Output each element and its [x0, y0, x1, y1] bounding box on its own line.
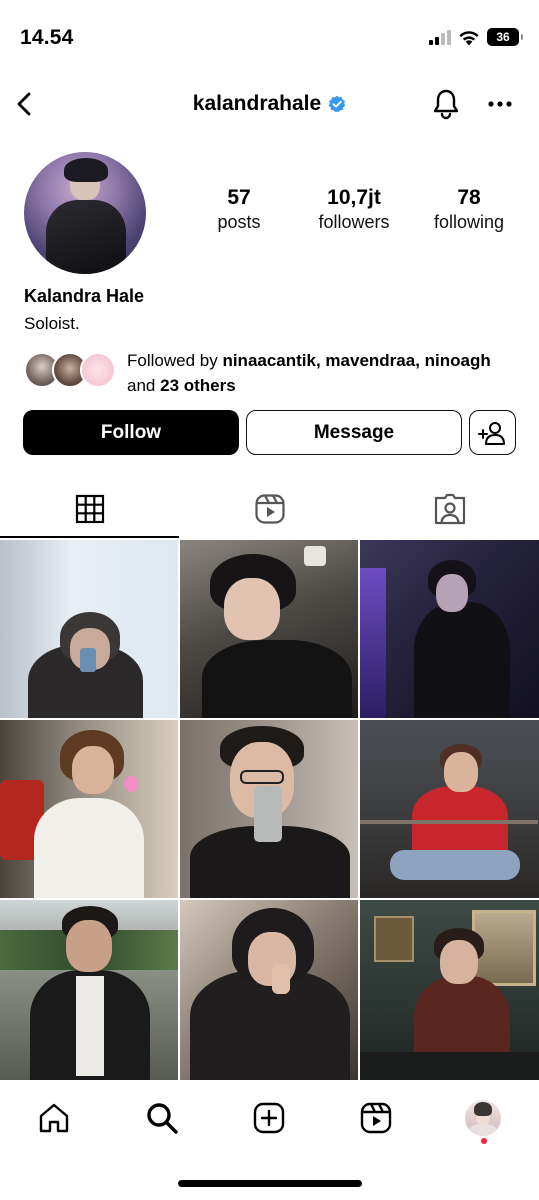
- reels-icon: [254, 494, 285, 524]
- more-horizontal-icon: [488, 101, 512, 107]
- posts-grid: [0, 540, 539, 1080]
- nav-profile[interactable]: [459, 1094, 507, 1142]
- search-icon: [147, 1103, 178, 1134]
- avatar-figure-hair: [64, 158, 108, 182]
- followed-by-names: ninaacantik, mavendraa,: [222, 351, 420, 370]
- following-count: 78: [457, 186, 481, 209]
- profile-avatar-small: [465, 1100, 501, 1136]
- post-thumbnail[interactable]: [0, 540, 178, 718]
- verified-badge-icon: [328, 95, 346, 113]
- status-time: 14.54: [20, 26, 74, 49]
- grid-icon: [75, 494, 104, 524]
- home-icon: [39, 1103, 69, 1133]
- followed-by-others: 23 others: [160, 376, 236, 395]
- stat-following[interactable]: 78 following: [414, 186, 524, 234]
- mutual-avatar-3: [80, 352, 116, 388]
- notification-dot: [481, 1138, 487, 1144]
- home-indicator: [178, 1180, 362, 1187]
- stat-posts[interactable]: 57 posts: [184, 186, 294, 234]
- post-thumbnail[interactable]: [180, 540, 358, 718]
- profile-content-tabs: [0, 480, 539, 538]
- add-user-icon: [477, 421, 505, 445]
- profile-header: kalandrahale: [0, 80, 539, 130]
- post-thumbnail[interactable]: [0, 900, 178, 1080]
- nav-reels[interactable]: [352, 1094, 400, 1142]
- profile-username: kalandrahale: [192, 92, 322, 115]
- nav-home[interactable]: [30, 1094, 78, 1142]
- tagged-icon: [434, 493, 465, 525]
- wifi-icon: [459, 30, 479, 45]
- tab-tagged[interactable]: [360, 480, 539, 538]
- status-bar: 14.54 36: [0, 0, 539, 70]
- followed-by-prefix: Followed by: [127, 351, 218, 370]
- bell-icon: [433, 89, 459, 120]
- message-button[interactable]: Message: [246, 410, 462, 455]
- post-thumbnail[interactable]: [360, 900, 539, 1080]
- battery-indicator: 36: [487, 28, 523, 46]
- followers-count: 10,7jt: [327, 186, 381, 209]
- followed-by-name-last: ninoagh: [424, 351, 491, 370]
- posts-count: 57: [227, 186, 251, 209]
- nav-search[interactable]: [138, 1094, 186, 1142]
- tab-reels[interactable]: [180, 480, 359, 538]
- profile-bio: Soloist.: [24, 314, 80, 333]
- avatar-figure-body: [46, 200, 126, 274]
- suggested-users-button[interactable]: [469, 410, 516, 455]
- follow-button[interactable]: Follow: [23, 410, 239, 455]
- post-thumbnail[interactable]: [360, 720, 539, 898]
- posts-label: posts: [217, 212, 261, 232]
- post-thumbnail[interactable]: [0, 720, 178, 898]
- status-icons: 36: [429, 28, 523, 46]
- followed-by-connector: and: [127, 376, 156, 395]
- stat-followers[interactable]: 10,7jt followers: [299, 186, 409, 234]
- display-name: Kalandra Hale: [24, 286, 145, 306]
- create-post-icon: [253, 1102, 285, 1134]
- profile-avatar[interactable]: [24, 152, 146, 274]
- followed-by-text: Followed by ninaacantik, mavendraa, nino…: [127, 348, 517, 398]
- nav-create[interactable]: [245, 1094, 293, 1142]
- post-thumbnail[interactable]: [180, 900, 358, 1080]
- tab-posts-grid[interactable]: [0, 480, 179, 538]
- post-thumbnail[interactable]: [360, 540, 539, 718]
- notifications-button[interactable]: [428, 86, 464, 122]
- following-label: following: [433, 212, 505, 232]
- post-thumbnail[interactable]: [180, 720, 358, 898]
- followers-label: followers: [318, 212, 390, 232]
- reels-icon: [360, 1102, 392, 1134]
- cellular-signal-icon: [429, 29, 451, 45]
- followed-by-row[interactable]: Followed by ninaacantik, mavendraa, nino…: [24, 348, 524, 398]
- more-options-button[interactable]: [482, 86, 518, 122]
- bottom-navigation: [0, 1082, 539, 1162]
